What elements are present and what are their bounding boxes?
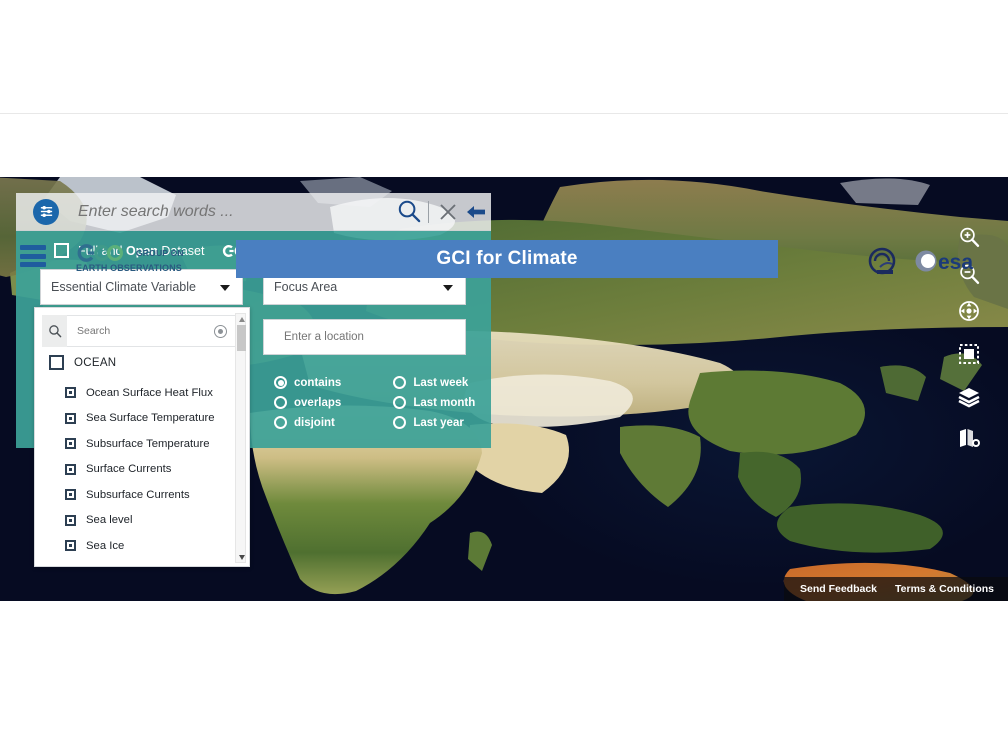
ecv-group-ocean-checkbox[interactable]	[49, 355, 64, 370]
ecv-option-checkbox[interactable]	[65, 540, 76, 552]
time-range-radio-group: Last week Last month Last year	[393, 376, 475, 429]
radio-disjoint[interactable]: disjoint	[274, 416, 341, 429]
ecv-option-label: Surface Currents	[86, 463, 172, 476]
search-input[interactable]	[76, 201, 394, 222]
hamburger-menu-icon[interactable]	[20, 245, 46, 267]
search-icon[interactable]	[42, 315, 67, 347]
svg-text:esa: esa	[938, 251, 973, 274]
noaa-logo	[868, 247, 896, 275]
chevron-down-icon	[443, 285, 453, 291]
ecv-option-checkbox[interactable]	[65, 489, 76, 501]
radio-last-year-label: Last year	[413, 416, 464, 429]
clear-search-icon[interactable]	[214, 324, 227, 338]
radio-last-year-control[interactable]	[393, 416, 407, 429]
radio-last-year[interactable]: Last year	[393, 416, 475, 429]
radio-overlaps-control[interactable]	[274, 396, 287, 409]
geo-logo-line1: GROUP ON	[136, 248, 184, 258]
ecv-search-input[interactable]	[75, 324, 214, 338]
radio-last-week[interactable]: Last week	[393, 376, 475, 389]
radio-last-month-label: Last month	[413, 396, 476, 409]
ecv-option-label: Sea Ice	[86, 539, 125, 552]
radio-last-month[interactable]: Last month	[393, 396, 475, 409]
ecv-group-ocean-label: OCEAN	[74, 356, 117, 369]
radio-overlaps[interactable]: overlaps	[274, 396, 341, 409]
radio-overlaps-label: overlaps	[294, 396, 342, 409]
scroll-up-icon[interactable]	[236, 314, 247, 324]
terms-conditions-link[interactable]: Terms & Conditions	[895, 583, 994, 595]
ecv-option-label: Sea Surface Temperature	[86, 412, 215, 425]
ecv-dropdown-search-row	[42, 315, 236, 347]
ecv-select-label: Essential Climate Variable	[51, 280, 196, 294]
ecv-option[interactable]: Sea Surface Temperature	[35, 406, 241, 432]
radio-groups: contains overlaps disjoint Last week Las…	[274, 376, 475, 429]
radio-disjoint-label: disjoint	[294, 416, 335, 429]
app-header: GROUP ON EARTH OBSERVATIONS GCI for Clim…	[0, 113, 1008, 278]
geo-mark-icon	[77, 244, 123, 262]
ecv-option-checkbox[interactable]	[65, 412, 76, 424]
radio-last-week-label: Last week	[413, 376, 469, 389]
ecv-option[interactable]: Surface Currents	[35, 457, 241, 483]
ecv-option-label: Ocean Surface Heat Flux	[86, 386, 213, 399]
page-title: GCI for Climate	[436, 248, 578, 269]
focus-area-label: Focus Area	[274, 280, 338, 294]
search-bar	[16, 193, 491, 231]
map-credits: Send Feedback Terms & Conditions	[783, 577, 1008, 601]
ecv-option-label: Subsurface Currents	[86, 488, 190, 501]
pan-compass-icon[interactable]	[957, 299, 981, 328]
ecv-option-checkbox[interactable]	[65, 463, 76, 475]
ecv-option-label: Sea level	[86, 514, 133, 527]
page-title-banner: GCI for Climate	[236, 240, 778, 278]
ecv-search-input-wrapper[interactable]	[67, 315, 236, 347]
basemap-icon[interactable]	[957, 426, 981, 455]
ecv-option-label: Subsurface Temperature	[86, 437, 210, 450]
scroll-down-icon[interactable]	[236, 552, 247, 562]
search-bar-divider	[428, 200, 429, 223]
send-feedback-link[interactable]: Send Feedback	[800, 583, 877, 595]
geo-logo-line2: EARTH OBSERVATIONS	[76, 263, 182, 273]
spatial-relation-radio-group: contains overlaps disjoint	[274, 376, 341, 429]
radio-contains[interactable]: contains	[274, 376, 341, 389]
chevron-down-icon	[220, 285, 230, 291]
ecv-option[interactable]: Subsurface Currents	[35, 482, 241, 508]
layers-icon[interactable]	[957, 385, 981, 414]
location-input-wrapper[interactable]	[263, 319, 466, 355]
back-arrow-icon[interactable]	[463, 203, 489, 221]
ecv-option[interactable]: Sea Ice	[35, 533, 241, 559]
clear-icon[interactable]	[433, 201, 463, 223]
radio-contains-label: contains	[294, 376, 342, 389]
esa-logo: esa	[912, 247, 988, 275]
ecv-option[interactable]: Ocean Surface Heat Flux	[35, 380, 241, 406]
ecv-dropdown-scrollbar[interactable]	[235, 313, 246, 563]
ecv-option[interactable]: Subsurface Temperature	[35, 431, 241, 457]
ecv-option-checkbox[interactable]	[65, 514, 76, 526]
app-root: Send Feedback Terms & Conditions GROUP O…	[0, 0, 1008, 756]
radio-last-month-control[interactable]	[393, 396, 407, 409]
ecv-option-list: Ocean Surface Heat Flux Sea Surface Temp…	[35, 380, 241, 559]
location-input[interactable]	[282, 330, 465, 344]
radio-last-week-control[interactable]	[393, 376, 407, 389]
scrollbar-thumb[interactable]	[237, 325, 246, 351]
radio-disjoint-control[interactable]	[274, 416, 287, 429]
ecv-option[interactable]: Sea level	[35, 508, 241, 534]
radio-contains-control[interactable]	[274, 376, 287, 389]
ecv-option-checkbox[interactable]	[65, 387, 76, 399]
ecv-option-checkbox[interactable]	[65, 438, 76, 450]
full-open-dataset-checkbox[interactable]	[54, 243, 69, 258]
select-area-icon[interactable]	[957, 342, 981, 371]
geo-logo: GROUP ON EARTH OBSERVATIONS	[76, 244, 198, 280]
ecv-dropdown-panel: OCEAN Ocean Surface Heat Flux Sea Surfac…	[34, 307, 250, 567]
search-icon[interactable]	[394, 199, 424, 224]
filter-settings-icon[interactable]	[33, 198, 59, 225]
ecv-group-ocean[interactable]: OCEAN	[49, 355, 116, 370]
